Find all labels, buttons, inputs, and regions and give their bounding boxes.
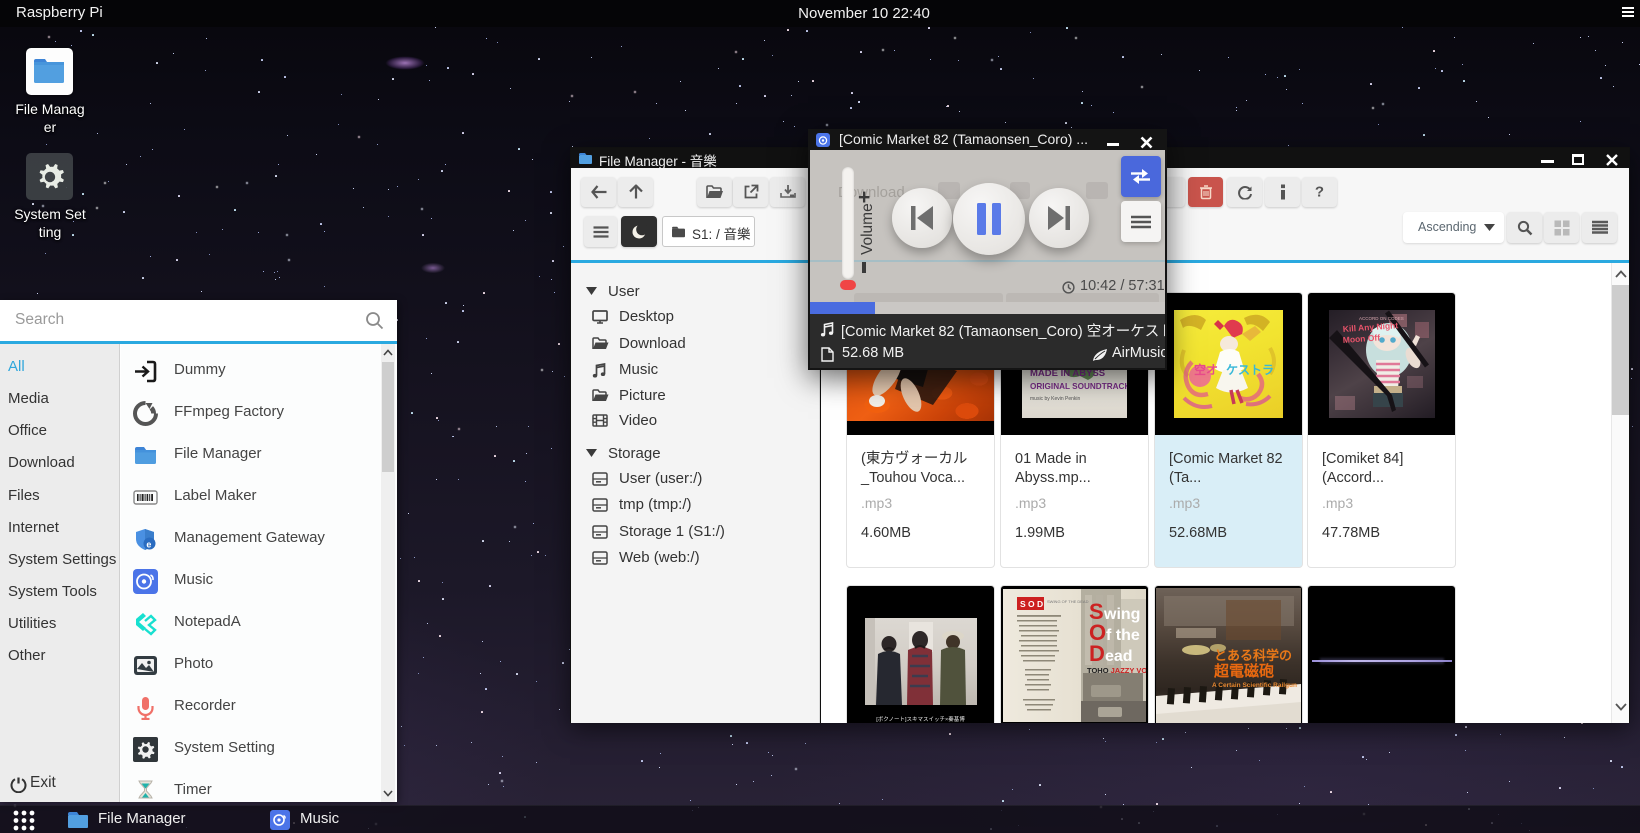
svg-text:wing: wing [1103,606,1140,623]
svg-text:S O D: S O D [1020,599,1043,609]
svg-text:f the: f the [1106,627,1140,644]
svg-text:とある科学の: とある科学の [1214,648,1292,663]
svg-text:D: D [1089,641,1105,666]
svg-text:空オ: 空オ [1194,362,1218,377]
svg-text:超電磁砲: 超電磁砲 [1213,662,1274,680]
svg-text:A Certain Scientific Railgun: A Certain Scientific Railgun [1212,682,1297,689]
svg-text:ead: ead [1105,648,1133,665]
svg-text:TOHO JAZZY VOCAL: TOHO JAZZY VOCAL [1087,666,1146,675]
svg-text:music by Kevin Penkin: music by Kevin Penkin [1030,396,1081,402]
svg-text:ORIGINAL SOUNDTRACK: ORIGINAL SOUNDTRACK [1030,382,1127,391]
svg-text:e: e [146,539,151,549]
svg-text:ケストラ: ケストラ [1226,363,1274,377]
svg-text:ACCORD ON CODES: ACCORD ON CODES [1359,316,1404,321]
svg-text:SWING OF THE DEAD: SWING OF THE DEAD [1047,599,1089,604]
